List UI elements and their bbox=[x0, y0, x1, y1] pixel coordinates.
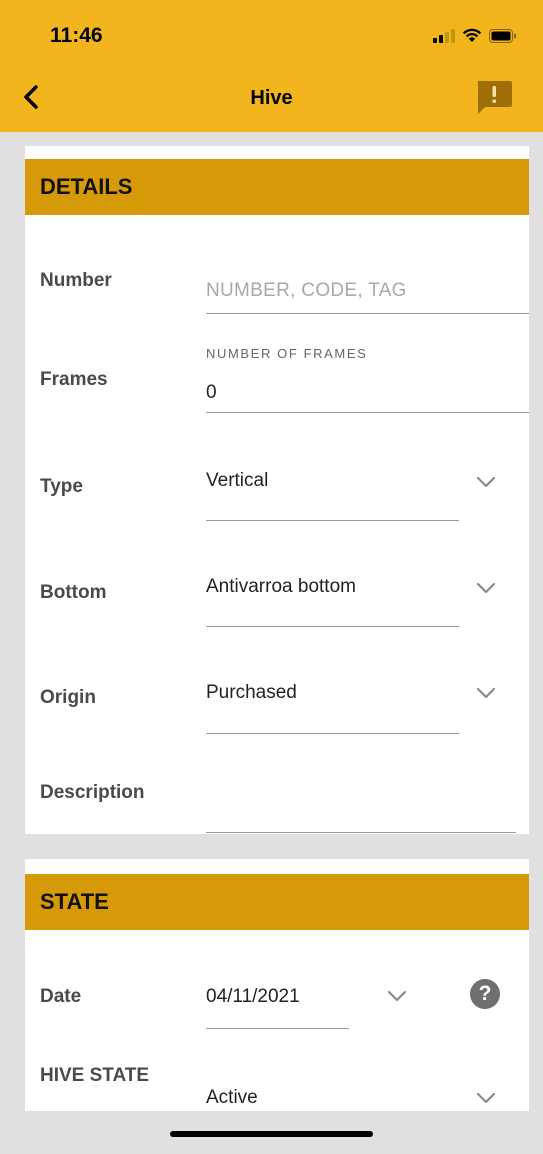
home-indicator[interactable] bbox=[170, 1131, 373, 1137]
date-underline bbox=[206, 1028, 349, 1029]
description-underline bbox=[206, 832, 516, 833]
number-underline bbox=[206, 313, 529, 314]
frames-caption: NUMBER OF FRAMES bbox=[206, 346, 368, 361]
origin-label: Origin bbox=[40, 687, 96, 708]
chevron-down-icon[interactable] bbox=[476, 476, 496, 488]
chevron-down-icon[interactable] bbox=[387, 990, 407, 1002]
number-label: Number bbox=[40, 270, 112, 291]
details-card: DETAILS Number NUMBER, CODE, TAG NUMBER … bbox=[25, 146, 529, 834]
page-title: Hive bbox=[250, 87, 293, 109]
report-icon[interactable] bbox=[475, 79, 513, 115]
wifi-icon bbox=[462, 28, 482, 43]
bottom-select[interactable]: Antivarroa bottom bbox=[206, 576, 356, 598]
hive-state-label: HIVE STATE bbox=[40, 1065, 150, 1086]
status-bar: 11:46 bbox=[0, 0, 543, 63]
frames-underline bbox=[206, 412, 529, 413]
chevron-down-icon[interactable] bbox=[476, 582, 496, 594]
description-label: Description bbox=[40, 782, 145, 803]
bottom-label: Bottom bbox=[40, 582, 107, 603]
help-icon[interactable]: ? bbox=[470, 979, 500, 1009]
date-select[interactable]: 04/11/2021 bbox=[206, 986, 300, 1008]
state-header: STATE bbox=[25, 874, 529, 930]
description-input[interactable] bbox=[206, 782, 516, 822]
frames-label: Frames bbox=[40, 369, 108, 390]
date-label: Date bbox=[40, 986, 82, 1007]
type-underline bbox=[206, 520, 459, 521]
origin-select[interactable]: Purchased bbox=[206, 682, 297, 704]
signal-icon bbox=[433, 28, 455, 43]
hive-state-select[interactable]: Active bbox=[206, 1087, 258, 1109]
bottom-underline bbox=[206, 626, 459, 627]
status-time: 11:46 bbox=[50, 24, 103, 47]
type-label: Type bbox=[40, 476, 83, 497]
frames-input[interactable]: 0 bbox=[206, 382, 217, 404]
origin-underline bbox=[206, 733, 459, 734]
number-input[interactable]: NUMBER, CODE, TAG bbox=[206, 280, 407, 302]
state-card: STATE Date 04/11/2021 ? HIVE STATE Activ… bbox=[25, 859, 529, 1111]
battery-icon bbox=[489, 29, 517, 43]
nav-bar: Hive bbox=[0, 63, 543, 132]
type-select[interactable]: Vertical bbox=[206, 470, 268, 492]
details-header: DETAILS bbox=[25, 159, 529, 215]
chevron-down-icon[interactable] bbox=[476, 1092, 496, 1104]
status-icons bbox=[433, 28, 517, 43]
chevron-down-icon[interactable] bbox=[476, 687, 496, 699]
